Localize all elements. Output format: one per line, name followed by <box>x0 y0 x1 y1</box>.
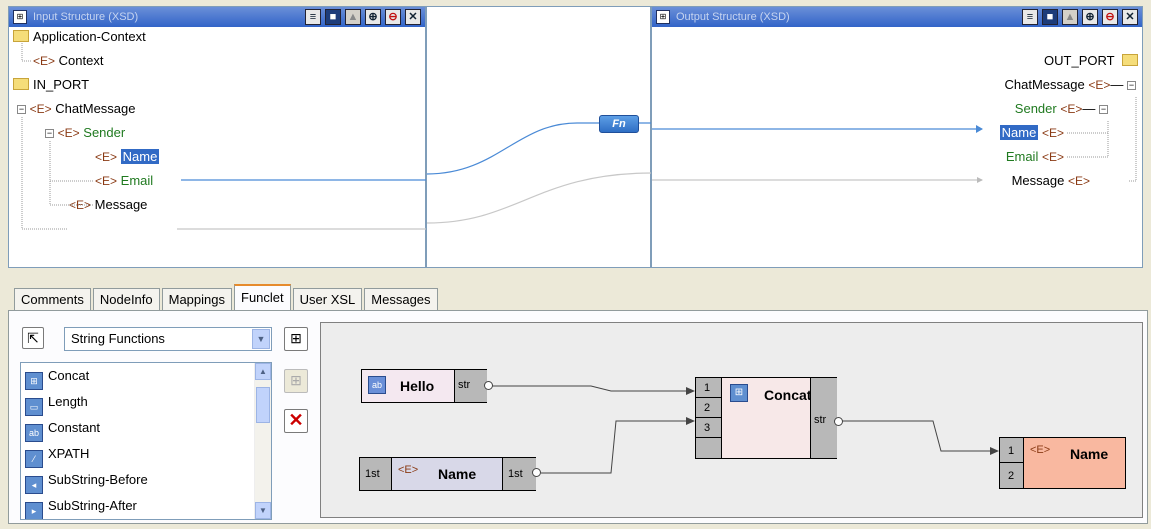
length-icon: ▭ <box>25 398 43 416</box>
port-circle-icon <box>834 417 843 426</box>
port-circle-icon <box>484 381 493 390</box>
function-node-concat[interactable]: 1 2 3 ⊞ Concat str <box>695 377 837 459</box>
output-node-name[interactable]: 1 2 <E> Name <box>999 437 1126 489</box>
scrollbar-thumb[interactable] <box>256 387 270 423</box>
scroll-down-icon[interactable]: ▼ <box>255 502 271 519</box>
name-output-input-1[interactable]: 1 <box>1000 438 1023 463</box>
tab-mappings[interactable]: Mappings <box>161 288 232 310</box>
scroll-up-icon[interactable]: ▲ <box>255 363 271 380</box>
function-category-select[interactable]: String Functions ▼ <box>64 327 272 351</box>
constant-node-hello[interactable]: ab Hello str <box>361 369 487 403</box>
tab-nodeinfo[interactable]: NodeInfo <box>92 288 160 310</box>
name-output-input-ports: 1 2 <box>1000 438 1024 488</box>
substring-before-icon: ◂ <box>25 476 43 494</box>
bottom-tab-strip: Comments NodeInfo Mappings Funclet User … <box>14 284 440 310</box>
function-item-substring-before[interactable]: ◂ SubString-Before <box>21 467 271 494</box>
function-item-constant[interactable]: ab Constant <box>21 415 271 442</box>
output-mapping-lines <box>652 97 1137 183</box>
funclet-toolbar: ⊞ ⊞ ✕ <box>280 325 312 519</box>
tab-user-xsl[interactable]: User XSL <box>292 288 363 310</box>
concat-input-2[interactable]: 2 <box>696 398 721 418</box>
chevron-down-icon[interactable]: ▼ <box>252 329 270 349</box>
function-item-concat[interactable]: ⊞ Concat <box>21 363 271 390</box>
concat-input-1[interactable]: 1 <box>696 378 721 398</box>
function-list-scrollbar[interactable]: ▲ ▼ <box>254 363 271 519</box>
tab-funclet[interactable]: Funclet <box>234 284 291 310</box>
port-circle-icon <box>532 468 541 477</box>
constant-icon: ab <box>25 424 43 442</box>
function-item-length[interactable]: ▭ Length <box>21 389 271 416</box>
hello-output-port[interactable]: str <box>454 370 487 402</box>
insert-function-icon[interactable]: ⊞ <box>284 369 308 393</box>
function-item-xpath[interactable]: ⁄ XPATH <box>21 441 271 468</box>
function-item-substring-after[interactable]: ▸ SubString-After <box>21 493 271 519</box>
concat-icon: ⊞ <box>730 384 748 402</box>
concat-input-ports: 1 2 3 <box>696 378 722 458</box>
function-list[interactable]: ⊞ Concat ▭ Length ab Constant ⁄ XPATH ◂ SubSt… <box>20 362 272 520</box>
pointer-tool-button[interactable]: ⇱ <box>22 327 44 349</box>
output-structure-pane: ⊞ Output Structure (XSD) ≡ ■ ▲ ⊕ ⊖ ✕ OUT… <box>651 6 1143 268</box>
name-input-output-port[interactable]: 1st <box>502 458 536 490</box>
tab-messages[interactable]: Messages <box>364 288 438 310</box>
name-input-prefix: 1st <box>360 458 392 490</box>
tree-structure-icon[interactable]: ⊞ <box>284 327 308 351</box>
funclet-canvas[interactable]: ab Hello str 1st <E> Name 1st 1 2 3 ⊞ Co… <box>320 322 1143 518</box>
input-structure-pane: ⊞ Input Structure (XSD) ≡ ■ ▲ ⊕ ⊖ ✕ Appl… <box>8 6 426 268</box>
constant-icon: ab <box>368 376 386 394</box>
concat-output-port[interactable]: str <box>810 378 837 458</box>
mapping-area: Fn <box>426 6 652 268</box>
concat-icon: ⊞ <box>25 372 43 390</box>
function-node-fn[interactable]: Fn <box>599 115 639 133</box>
substring-after-icon: ▸ <box>25 502 43 519</box>
mapping-curves <box>427 122 652 224</box>
concat-input-3[interactable]: 3 <box>696 418 721 438</box>
input-node-name[interactable]: 1st <E> Name 1st <box>359 457 536 491</box>
tab-comments[interactable]: Comments <box>14 288 91 310</box>
name-output-input-2[interactable]: 2 <box>1000 463 1023 488</box>
xpath-icon: ⁄ <box>25 450 43 468</box>
tree-lines <box>21 43 426 230</box>
delete-icon[interactable]: ✕ <box>284 409 308 433</box>
